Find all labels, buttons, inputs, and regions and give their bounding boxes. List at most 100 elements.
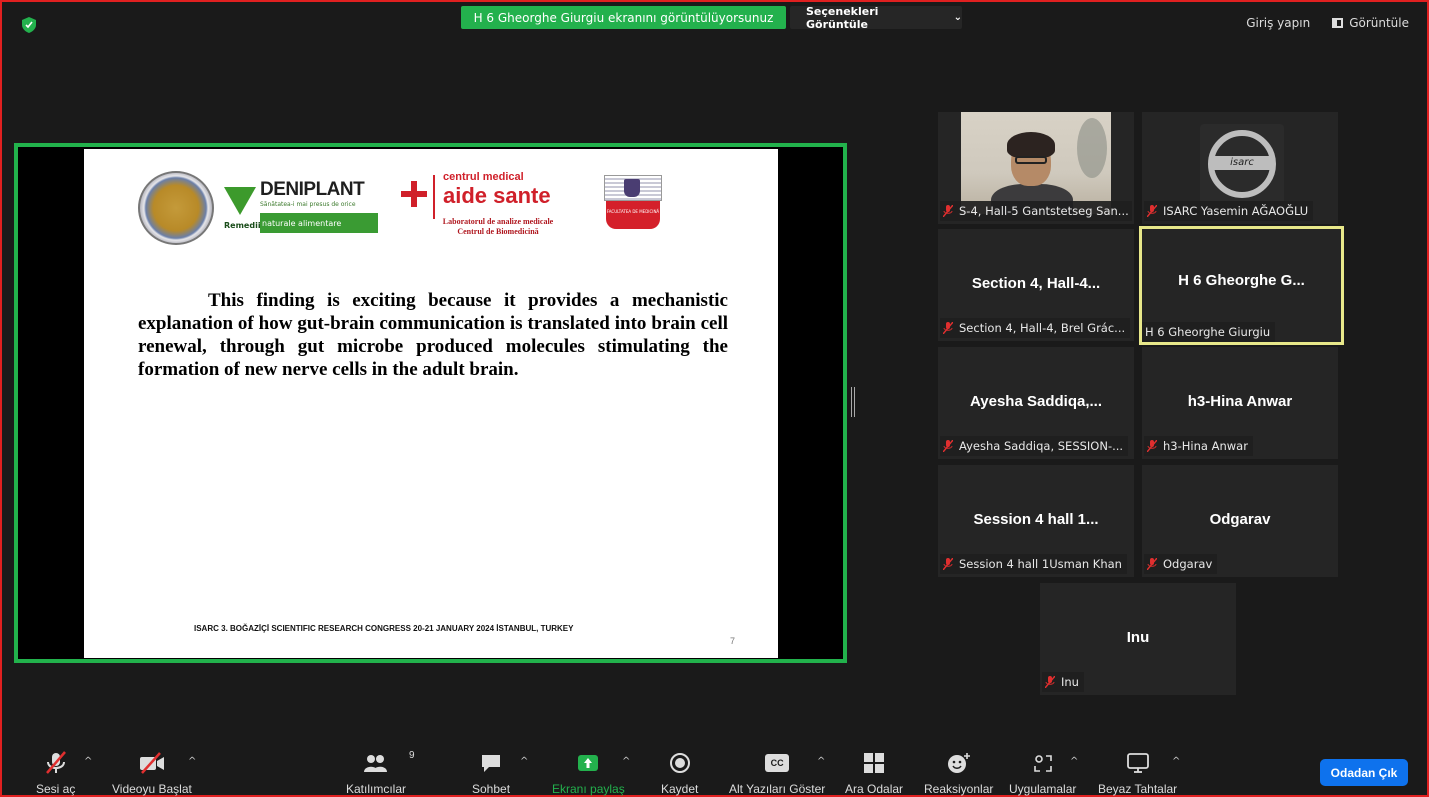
deniplant-name: DENIPLANT: [260, 179, 365, 200]
isarc-logo-text: isarc: [1210, 156, 1274, 170]
leaf-icon: [224, 187, 256, 215]
background-plant: [1077, 118, 1107, 178]
whiteboard-options-caret-icon[interactable]: ^: [1172, 756, 1180, 767]
view-options-button[interactable]: Seçenekleri Görüntüle ⌄: [790, 4, 962, 31]
record-label: Kaydet: [661, 782, 699, 796]
sign-in-button[interactable]: Giriş yapın: [1246, 16, 1310, 30]
isarc-logo: isarc: [1200, 124, 1284, 208]
unmute-button[interactable]: Sesi aç: [36, 750, 75, 796]
reactions-label: Reaksiyonlar: [924, 782, 994, 796]
participant-tile-name: Odgarav: [1209, 511, 1271, 528]
participant-tile-name: h3-Hina Anwar: [1187, 393, 1293, 410]
audio-options-caret-icon[interactable]: ^: [84, 756, 92, 767]
zoom-window: H 6 Gheorghe Giurgiu ekranını görüntülüy…: [0, 0, 1429, 797]
participant-tile[interactable]: Section 4, Hall-4... Section 4, Hall-4, …: [938, 229, 1134, 341]
deniplant-naturale: naturale alimentare: [262, 219, 342, 228]
university-seal-logo: [138, 171, 214, 245]
presentation-slide: DENIPLANT Sănătatea-i mai presus de oric…: [84, 149, 778, 658]
participant-label: Session 4 hall 1Usman Khan: [940, 554, 1127, 574]
share-screen-button[interactable]: Ekranı paylaş: [552, 750, 625, 796]
chat-icon: [480, 750, 502, 776]
participant-label: Odgarav: [1144, 554, 1218, 574]
aide-lab-line1: Laboratorul de analize medicale: [442, 217, 554, 226]
faculty-text: FACULTATEA DE MEDICINĂ: [606, 201, 660, 229]
deniplant-remedii: Remedii: [224, 221, 261, 230]
chat-button[interactable]: Sohbet: [472, 750, 510, 796]
participant-tile-name: Ayesha Saddiqa,...: [970, 393, 1102, 410]
participant-tile[interactable]: Session 4 hall 1... Session 4 hall 1Usma…: [938, 465, 1134, 577]
split-view-drag-handle[interactable]: [851, 387, 855, 417]
leave-meeting-button[interactable]: Odadan Çık: [1320, 759, 1408, 786]
whiteboards-button[interactable]: Beyaz Tahtalar: [1098, 750, 1177, 796]
active-speaker-tile[interactable]: H 6 Gheorghe G... H 6 Gheorghe Giurgiu: [1139, 226, 1344, 345]
start-video-button[interactable]: Videoyu Başlat: [112, 750, 192, 796]
aide-centrul: centrul medical: [443, 171, 524, 183]
participant-label: Section 4, Hall-4, Brel Grác...: [940, 318, 1131, 338]
deniplant-tagline: Sănătatea-i mai presus de orice: [260, 201, 356, 208]
participant-video: [961, 112, 1111, 214]
participant-name: Odgarav: [1163, 557, 1213, 571]
captions-button[interactable]: CC Alt Yazıları Göster: [729, 750, 825, 796]
participant-label: h3-Hina Anwar: [1144, 436, 1253, 456]
faculty-badge-icon: [624, 179, 640, 197]
video-off-icon: [138, 750, 166, 776]
chat-label: Sohbet: [472, 782, 511, 796]
apps-options-caret-icon[interactable]: ^: [1070, 756, 1078, 767]
chat-options-caret-icon[interactable]: ^: [520, 756, 528, 767]
share-screen-icon: [576, 750, 600, 776]
participant-label: Inu: [1042, 672, 1084, 692]
participant-label: ISARC Yasemin AĞAOĞLU: [1144, 201, 1314, 221]
participants-count: 9: [409, 750, 415, 761]
record-icon: [669, 750, 691, 776]
person-glasses: [1015, 156, 1047, 164]
slide-logos: DENIPLANT Sănătatea-i mai presus de oric…: [134, 165, 734, 245]
participant-name: h3-Hina Anwar: [1163, 439, 1248, 453]
participant-label: S-4, Hall-5 Gantstetseg San...: [940, 201, 1132, 221]
muted-mic-icon: [1147, 440, 1157, 452]
shared-screen[interactable]: DENIPLANT Sănătatea-i mai presus de oric…: [14, 143, 847, 663]
medical-cross-icon: [401, 181, 427, 207]
participant-tile[interactable]: isarc ISARC Yasemin AĞAOĞLU: [1142, 112, 1338, 224]
aide-sante-logo: centrul medical aide sante Laboratorul d…: [399, 169, 599, 245]
reactions-button[interactable]: Reaksiyonlar: [924, 750, 993, 796]
participant-tile[interactable]: Odgarav Odgarav: [1142, 465, 1338, 577]
whiteboard-icon: [1126, 750, 1150, 776]
participants-button[interactable]: 9 Katılımcılar: [346, 750, 415, 796]
start-video-label: Videoyu Başlat: [112, 782, 192, 796]
muted-mic-icon: [943, 322, 953, 334]
view-button[interactable]: Görüntüle: [1332, 16, 1409, 30]
apps-button[interactable]: Uygulamalar: [1009, 750, 1076, 796]
participant-name: Session 4 hall 1Usman Khan: [959, 557, 1122, 571]
participant-tile[interactable]: Ayesha Saddiqa,... Ayesha Saddiqa, SESSI…: [938, 347, 1134, 459]
mic-muted-icon: [45, 750, 67, 776]
muted-mic-icon: [943, 558, 953, 570]
slide-body-text: This finding is exciting because it prov…: [138, 290, 728, 380]
chevron-down-icon: ⌄: [953, 12, 962, 23]
closed-captions-icon: CC: [765, 750, 790, 776]
breakout-rooms-label: Ara Odalar: [845, 782, 904, 796]
gallery-view-icon: [1332, 18, 1344, 28]
participant-tile[interactable]: h3-Hina Anwar h3-Hina Anwar: [1142, 347, 1338, 459]
breakout-rooms-button[interactable]: Ara Odalar: [845, 750, 903, 796]
captions-options-caret-icon[interactable]: ^: [817, 756, 825, 767]
slide-page-number: 7: [730, 636, 736, 646]
participant-name: S-4, Hall-5 Gantstetseg San...: [959, 204, 1129, 218]
muted-mic-icon: [1147, 558, 1157, 570]
participants-icon: 9: [363, 750, 415, 776]
participant-tile[interactable]: Inu Inu: [1040, 583, 1236, 695]
faculty-of-medicine-logo: FACULTATEA DE MEDICINĂ: [604, 175, 662, 233]
participant-name: ISARC Yasemin AĞAOĞLU: [1163, 204, 1309, 218]
meeting-toolbar: Sesi aç ^ Videoyu Başlat ^ 9 Katılımcıla…: [2, 746, 1429, 797]
muted-mic-icon: [943, 440, 953, 452]
share-options-caret-icon[interactable]: ^: [622, 756, 630, 767]
record-button[interactable]: Kaydet: [661, 750, 698, 796]
shield-icon[interactable]: [22, 17, 36, 33]
whiteboards-label: Beyaz Tahtalar: [1098, 782, 1178, 796]
participant-tile-name: H 6 Gheorghe G...: [1178, 272, 1305, 289]
view-options-label: Seçenekleri Görüntüle: [806, 4, 879, 31]
participant-tile-name: Inu: [1126, 629, 1150, 646]
share-screen-label: Ekranı paylaş: [552, 782, 625, 796]
participant-name: Section 4, Hall-4, Brel Grác...: [959, 321, 1126, 335]
participant-tile[interactable]: S-4, Hall-5 Gantstetseg San...: [938, 112, 1134, 224]
video-options-caret-icon[interactable]: ^: [188, 756, 196, 767]
